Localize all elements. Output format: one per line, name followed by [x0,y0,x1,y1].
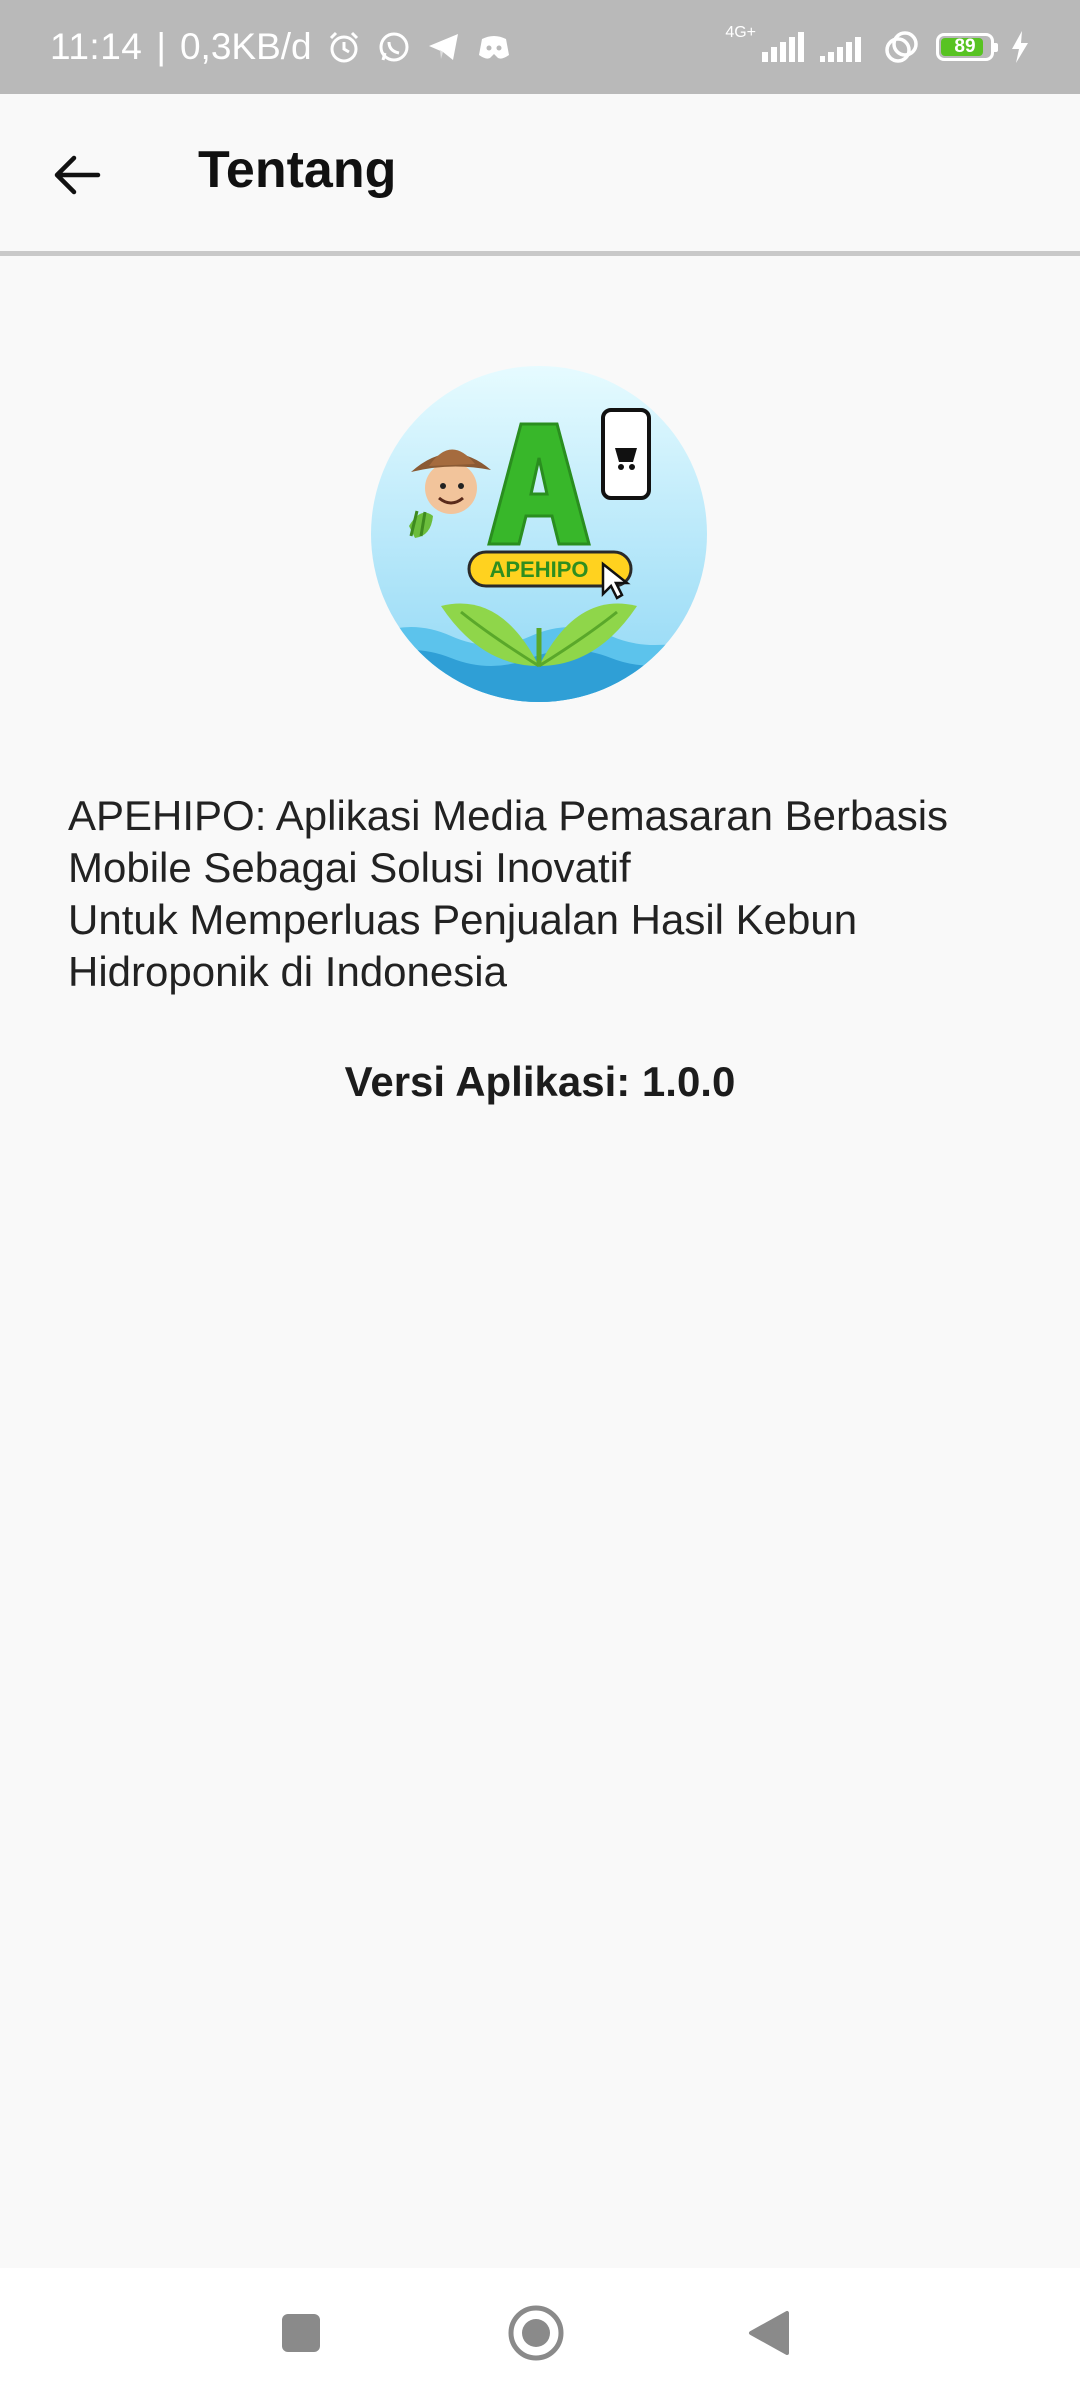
home-button[interactable] [501,2298,571,2368]
back-button[interactable] [44,142,110,208]
app-logo: APEHIPO [371,366,707,702]
description-line: Mobile Sebagai Solusi Inovatif [68,844,631,891]
recents-icon [282,2314,320,2352]
status-bar: 11:14 | 0,3KB/d 4G+ 89 [0,0,1080,94]
arrow-left-icon [54,155,101,195]
description-line: APEHIPO: Aplikasi Media Pemasaran Berbas… [68,792,949,839]
battery-level: 89 [954,36,976,57]
app-bar: Tentang [0,94,1080,256]
network-type-label: 4G+ [725,24,756,41]
back-triangle-icon [749,2311,789,2355]
battery-icon: 89 [936,33,998,61]
system-back-button[interactable] [734,2298,804,2368]
status-right: 4G+ 89 [725,25,1030,64]
alarm-icon [326,29,362,65]
logo-wordmark: APEHIPO [489,557,588,582]
recents-button[interactable] [266,2298,336,2368]
telegram-icon [426,29,462,65]
app-description: APEHIPO: Aplikasi Media Pemasaran Berbas… [68,790,1028,998]
system-nav-bar [0,2268,1080,2400]
discord-icon [476,29,512,65]
status-left: 11:14 | 0,3KB/d [50,26,512,68]
home-icon [508,2305,564,2361]
status-data-speed: 0,3KB/d [179,26,312,67]
app-version: Versi Aplikasi: 1.0.0 [344,1058,736,1105]
description-line: Untuk Memperluas Penjualan Hasil Kebun [68,896,858,943]
page-title: Tentang [198,141,397,199]
whatsapp-icon [376,29,412,65]
hotspot-icon [882,30,920,64]
status-time: 11:14 [50,26,143,67]
signal-icon [820,32,866,62]
status-separator: | [156,26,166,67]
charging-icon [1010,31,1030,63]
description-line: Hidroponik di Indonesia [68,948,507,995]
signal-icon [762,32,804,62]
